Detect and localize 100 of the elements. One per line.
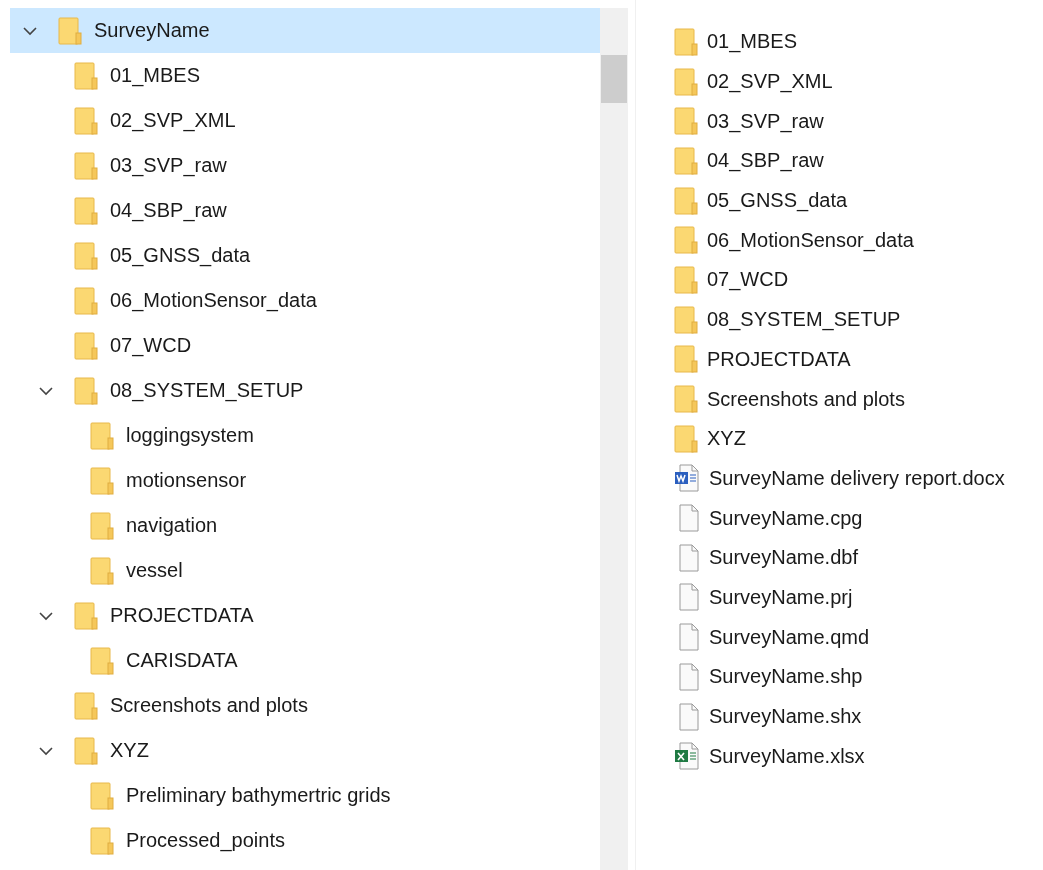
tree-item[interactable]: Processed_points — [10, 818, 600, 863]
file-name: SurveyName.shx — [709, 705, 862, 729]
folder-icon — [90, 511, 114, 540]
folder-name: SurveyName — [94, 19, 210, 42]
folder-icon — [90, 556, 114, 585]
file-item[interactable]: 03_SVP_raw — [674, 101, 1043, 142]
folder-icon — [74, 61, 98, 90]
folder-name: 06_MotionSensor_data — [110, 289, 317, 312]
tree-item[interactable]: 02_SVP_XML — [10, 98, 600, 143]
tree-item[interactable]: loggingsystem — [10, 413, 600, 458]
tree-item[interactable]: 07_WCD — [10, 323, 600, 368]
file-name: 01_MBES — [707, 30, 798, 54]
file-item[interactable]: SurveyName.cpg — [674, 498, 1043, 538]
file-item[interactable]: 05_GNSS_data — [674, 180, 1043, 221]
file-name: SurveyName delivery report.docx — [709, 466, 1005, 490]
tree-item[interactable]: 08_SYSTEM_SETUP — [10, 368, 600, 413]
folder-icon — [90, 826, 114, 855]
folder-icon — [674, 107, 698, 136]
file-item[interactable]: Screenshots and plots — [674, 379, 1043, 419]
folder-icon — [674, 305, 698, 334]
file-name: Screenshots and plots — [707, 387, 905, 411]
folder-name: loggingsystem — [126, 424, 254, 447]
file-item[interactable]: SurveyName.xlsx — [674, 736, 1043, 777]
tree-item[interactable]: Screenshots and plots — [10, 683, 600, 728]
file-item[interactable]: SurveyName.dbf — [674, 537, 1043, 578]
folder-name: Screenshots and plots — [110, 694, 308, 717]
folder-icon — [674, 146, 698, 175]
folder-name: CARISDATA — [126, 649, 238, 672]
file-name: 06_MotionSensor_data — [707, 228, 914, 252]
folder-icon — [674, 424, 698, 453]
file-name: PROJECTDATA — [707, 347, 851, 371]
folder-name: 08_SYSTEM_SETUP — [110, 379, 304, 402]
folder-icon — [90, 421, 114, 450]
spreadsheet-icon — [674, 742, 700, 771]
folder-icon — [90, 781, 114, 810]
file-item[interactable]: XYZ — [674, 418, 1043, 459]
file-item[interactable]: 01_MBES — [674, 22, 1043, 62]
file-name: SurveyName.cpg — [709, 506, 863, 530]
tree-item[interactable]: 04_SBP_raw — [10, 188, 600, 233]
tree-item[interactable]: vessel — [10, 548, 600, 593]
folder-icon — [674, 385, 698, 414]
folder-name: PROJECTDATA — [110, 604, 254, 627]
folder-name: Preliminary bathymertric grids — [126, 784, 391, 807]
file-item[interactable]: SurveyName delivery report.docx — [674, 458, 1043, 499]
folder-name: XYZ — [110, 739, 149, 762]
file-item[interactable]: PROJECTDATA — [674, 339, 1043, 380]
file-item[interactable]: 06_MotionSensor_data — [674, 220, 1043, 261]
tree-item[interactable]: 03_SVP_raw — [10, 143, 600, 188]
file-name: SurveyName.prj — [709, 585, 853, 609]
file-name: 08_SYSTEM_SETUP — [707, 308, 901, 332]
file-name: 04_SBP_raw — [707, 149, 824, 173]
folder-name: motionsensor — [126, 469, 247, 492]
folder-name: 07_WCD — [110, 334, 192, 357]
tree-item[interactable]: XYZ — [10, 728, 600, 773]
tree-item[interactable]: motionsensor — [10, 458, 600, 503]
scrollbar-thumb[interactable] — [601, 55, 627, 103]
file-name: 03_SVP_raw — [707, 109, 824, 133]
folder-name: Processed_points — [126, 829, 285, 852]
file-item[interactable]: 04_SBP_raw — [674, 141, 1043, 181]
tree-item[interactable]: Preliminary bathymertric grids — [10, 773, 600, 818]
folder-icon — [74, 106, 98, 135]
folder-icon — [674, 27, 698, 56]
file-item[interactable]: 08_SYSTEM_SETUP — [674, 299, 1043, 340]
folder-icon — [674, 226, 698, 255]
tree-item[interactable]: navigation — [10, 503, 600, 548]
tree-item[interactable]: 01_MBES — [10, 53, 600, 98]
folder-icon — [674, 67, 698, 96]
folder-icon — [74, 151, 98, 180]
file-item[interactable]: SurveyName.shp — [674, 657, 1043, 697]
file-item[interactable]: 07_WCD — [674, 260, 1043, 300]
folder-icon — [74, 691, 98, 720]
folder-name: navigation — [126, 514, 218, 537]
folder-icon — [74, 736, 98, 765]
file-name: 07_WCD — [707, 268, 789, 292]
tree-item[interactable]: 05_GNSS_data — [10, 233, 600, 278]
folder-icon — [674, 265, 698, 294]
file-item[interactable]: SurveyName.qmd — [674, 617, 1043, 657]
folder-icon — [674, 186, 698, 215]
tree-item[interactable]: PROJECTDATA — [10, 593, 600, 638]
file-item[interactable]: SurveyName.prj — [674, 577, 1043, 618]
file-name: 05_GNSS_data — [707, 189, 848, 213]
folder-icon — [74, 331, 98, 360]
folder-icon — [74, 196, 98, 225]
folder-icon — [58, 16, 82, 45]
file-name: SurveyName.xlsx — [709, 744, 865, 768]
file-name: 02_SVP_XML — [707, 70, 833, 94]
scrollbar-track[interactable] — [600, 8, 628, 870]
tree-item[interactable]: CARISDATA — [10, 638, 600, 683]
file-item[interactable]: 02_SVP_XML — [674, 61, 1043, 102]
file-name: XYZ — [707, 427, 746, 451]
tree-item[interactable]: 06_MotionSensor_data — [10, 278, 600, 323]
word-document-icon — [674, 464, 700, 493]
folder-icon — [90, 466, 114, 495]
file-item[interactable]: SurveyName.shx — [674, 696, 1043, 737]
folder-icon — [674, 345, 698, 374]
file-name: SurveyName.shp — [709, 665, 863, 689]
folder-icon — [74, 376, 98, 405]
tree-item[interactable]: SurveyName — [10, 8, 600, 53]
file-name: SurveyName.dbf — [709, 546, 858, 570]
folder-icon — [74, 241, 98, 270]
